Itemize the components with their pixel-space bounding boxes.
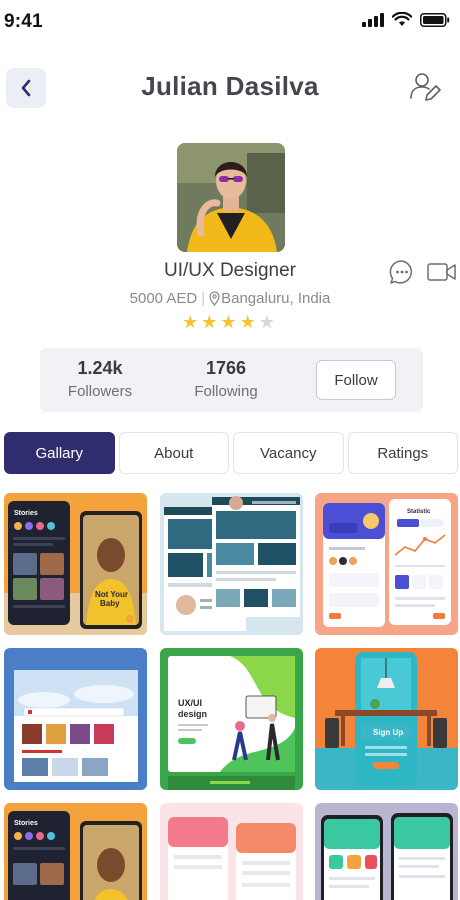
video-call-button[interactable] [427, 261, 457, 283]
gallery-item[interactable]: Stories [4, 803, 147, 900]
status-bar: 9:41 [0, 0, 460, 44]
following-stat[interactable]: 1766 Following [186, 358, 266, 400]
follow-button[interactable]: Follow [316, 360, 396, 400]
gallery-text: Baby [100, 599, 120, 608]
location-pin-icon [209, 291, 220, 306]
tab-vacancy[interactable]: Vacancy [233, 432, 344, 474]
stats-card: 1.24k Followers 1766 Following Follow [40, 348, 423, 412]
tab-ratings[interactable]: Ratings [347, 432, 458, 474]
profile-meta: 5000 AED | Bangaluru, India [0, 290, 460, 307]
gallery-item[interactable] [4, 648, 147, 790]
gallery-text: Stories [14, 510, 38, 517]
gallery-item[interactable]: Sign Up [315, 648, 458, 790]
chat-button[interactable] [389, 259, 415, 285]
star-filled-icon: ★ [182, 312, 202, 332]
wifi-icon [392, 12, 412, 26]
meta-divider: | [201, 290, 206, 307]
following-label: Following [194, 383, 258, 400]
gallery-item[interactable]: UX/UI design [160, 648, 303, 790]
video-camera-icon [427, 263, 456, 281]
gallery-item[interactable] [160, 803, 303, 900]
following-count: 1766 [205, 358, 247, 378]
hourly-rate: 5000 AED [129, 290, 198, 307]
cellular-signal-icon [362, 12, 384, 27]
tab-gallary[interactable]: Gallary [4, 432, 115, 474]
star-empty-icon: ★ [258, 312, 278, 332]
chat-bubble-icon [389, 260, 413, 284]
followers-stat[interactable]: 1.24k Followers [62, 358, 138, 400]
star-filled-icon: ★ [201, 312, 221, 332]
gallery-text: Statistic [407, 509, 431, 515]
followers-count: 1.24k [77, 358, 123, 378]
edit-profile-button[interactable] [408, 70, 442, 104]
avatar [177, 143, 285, 252]
gallery-item[interactable]: Stories Not Your Baby [4, 493, 147, 635]
gallery-text: UX/UI [178, 698, 202, 708]
followers-label: Followers [67, 383, 133, 400]
status-icons [362, 12, 450, 27]
page-title: Julian Dasilva [141, 71, 319, 101]
star-filled-icon: ★ [239, 312, 259, 332]
gallery-text: Not Your [95, 590, 128, 599]
gallery-text: design [178, 709, 207, 719]
profile-tabs: Gallary About Vacancy Ratings [4, 432, 458, 474]
user-edit-icon [410, 73, 441, 101]
location: Bangaluru, India [221, 290, 331, 307]
gallery-item[interactable]: Statistic [315, 493, 458, 635]
gallery-item[interactable] [315, 803, 458, 900]
gallery-item[interactable] [160, 493, 303, 635]
rating-stars: ★★★★★ [0, 312, 460, 333]
battery-icon [420, 12, 450, 27]
tab-about[interactable]: About [118, 432, 229, 474]
status-time: 9:41 [4, 11, 43, 32]
gallery-text: Stories [14, 820, 38, 827]
star-filled-icon: ★ [220, 312, 240, 332]
gallery-text: Sign Up [373, 728, 403, 737]
